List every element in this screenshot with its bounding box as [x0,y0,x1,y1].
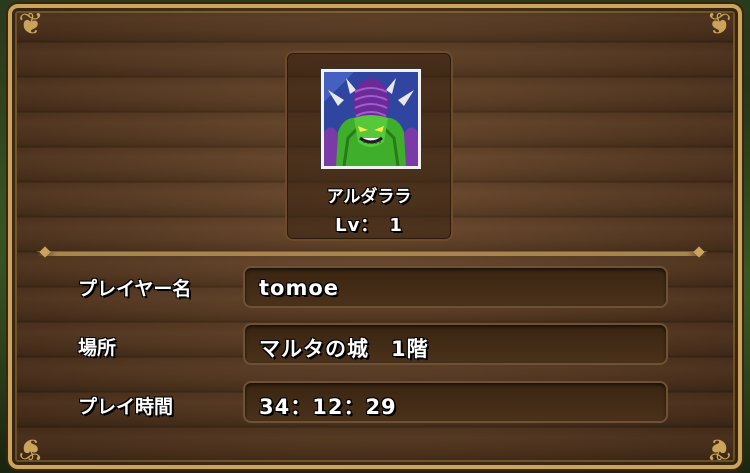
corner-ornament-icon: ❦ [18,7,44,42]
divider [37,251,707,256]
player-name-label: プレイヤー名 [78,278,192,300]
corner-ornament-icon: ❦ [706,7,732,42]
monster-name: アルダララ [326,187,412,207]
location-field: マルタの城 1階 [243,323,668,365]
play-time-value: 34：12：29 [259,395,397,419]
green-demon-portrait-icon [321,69,421,169]
play-time-label: プレイ時間 [78,396,174,418]
monster-card: アルダララ Lv： 1 [285,51,453,241]
player-name-value: tomoe [259,276,340,300]
corner-ornament-icon: ❦ [706,431,732,466]
location-value: マルタの城 1階 [259,337,429,361]
monster-level: Lv： 1 [335,215,403,236]
location-label: 場所 [78,337,117,359]
play-time-field: 34：12：29 [243,381,668,423]
corner-ornament-icon: ❦ [18,431,44,466]
player-name-field: tomoe [243,266,668,308]
